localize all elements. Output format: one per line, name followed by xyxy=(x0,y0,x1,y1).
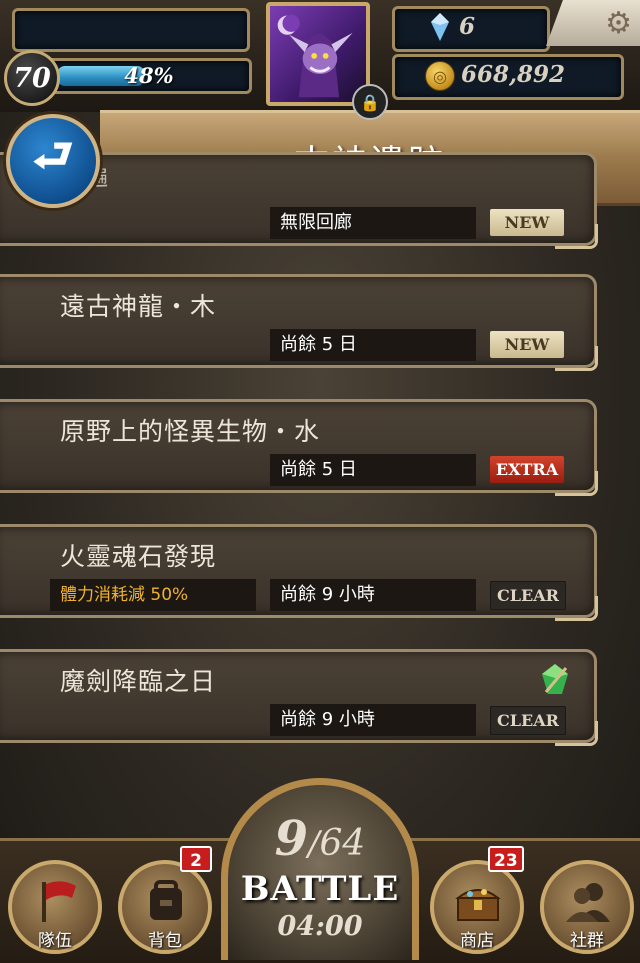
dungeon-name: 原野上的怪異生物・水 xyxy=(60,417,321,446)
player-level-badge: 70 xyxy=(4,50,60,106)
team-label: 隊伍 xyxy=(38,931,72,951)
coin-icon: ◎ xyxy=(425,61,455,91)
stamina-timer: 04:00 xyxy=(277,911,363,942)
top-hud: 70 48% 🔒 6 ◎ 668,892 ⚙ xyxy=(0,0,640,120)
lock-icon: 🔒 xyxy=(352,84,388,120)
dungeon-time: 尚餘 9 小時 xyxy=(270,704,476,736)
gear-icon: ⚙ xyxy=(605,5,632,41)
leader-avatar[interactable] xyxy=(266,2,370,106)
gem-count: 6 xyxy=(459,13,476,40)
shop-label: 商店 xyxy=(460,931,494,951)
dungeon-item[interactable]: 遠古神龍・木 尚餘 5 日 NEW xyxy=(0,274,598,371)
back-arrow-icon: ⮐ xyxy=(32,128,74,182)
stamina-current: 9 xyxy=(274,811,309,867)
flag-icon xyxy=(42,881,76,922)
dungeon-bonus: 體力消耗減 50% xyxy=(50,579,256,611)
battle-label: BATTLE xyxy=(240,869,400,909)
dungeon-time: 尚餘 9 小時 xyxy=(270,579,476,611)
settings-button[interactable]: ⚙ xyxy=(546,0,640,46)
battle-button[interactable]: 9/64 BATTLE 04:00 xyxy=(221,778,419,960)
dungeon-time: 無限回廊 xyxy=(270,207,476,239)
exp-percent-label: 48% xyxy=(124,63,174,88)
leader-portrait-icon xyxy=(277,14,353,98)
gem-icon xyxy=(431,13,449,41)
dungeon-time: 尚餘 5 日 xyxy=(270,454,476,486)
gem-counter: 6 xyxy=(392,6,550,52)
backpack-icon xyxy=(150,880,182,920)
dungeon-name: 魔劍降臨之日 xyxy=(60,667,217,696)
emerald-icon xyxy=(542,664,568,694)
dungeon-item[interactable]: 火靈魂石發現 體力消耗減 50% 尚餘 9 小時 CLEAR xyxy=(0,524,598,621)
dungeon-name: 遠古神龍・木 xyxy=(60,292,217,321)
dungeon-tag: NEW xyxy=(490,331,564,358)
stamina-max: 64 xyxy=(319,823,366,864)
dungeon-item[interactable]: 魔劍降臨之日 尚餘 9 小時 CLEAR xyxy=(0,649,598,746)
gold-count: 668,892 xyxy=(461,61,566,88)
stamina-separator: / xyxy=(308,824,320,864)
exp-bar: 48% xyxy=(46,58,252,94)
social-label: 社群 xyxy=(570,931,604,951)
back-button[interactable]: ⮐ xyxy=(6,114,100,208)
treasure-chest-icon xyxy=(455,889,501,921)
stamina-display: 9/64 xyxy=(228,811,412,867)
dungeon-item[interactable]: 原野上的怪異生物・水 尚餘 5 日 EXTRA xyxy=(0,399,598,496)
bag-label: 背包 xyxy=(148,931,182,951)
dungeon-name: 火靈魂石發現 xyxy=(60,542,217,571)
dungeon-tag: NEW xyxy=(490,209,564,236)
dungeon-tag: EXTRA xyxy=(490,456,564,483)
bag-badge: 2 xyxy=(180,846,212,872)
player-name-bar xyxy=(12,8,250,52)
shop-badge: 23 xyxy=(488,846,524,872)
dungeon-time: 尚餘 5 日 xyxy=(270,329,476,361)
gold-counter: ◎ 668,892 xyxy=(392,54,624,100)
people-icon xyxy=(566,883,610,922)
